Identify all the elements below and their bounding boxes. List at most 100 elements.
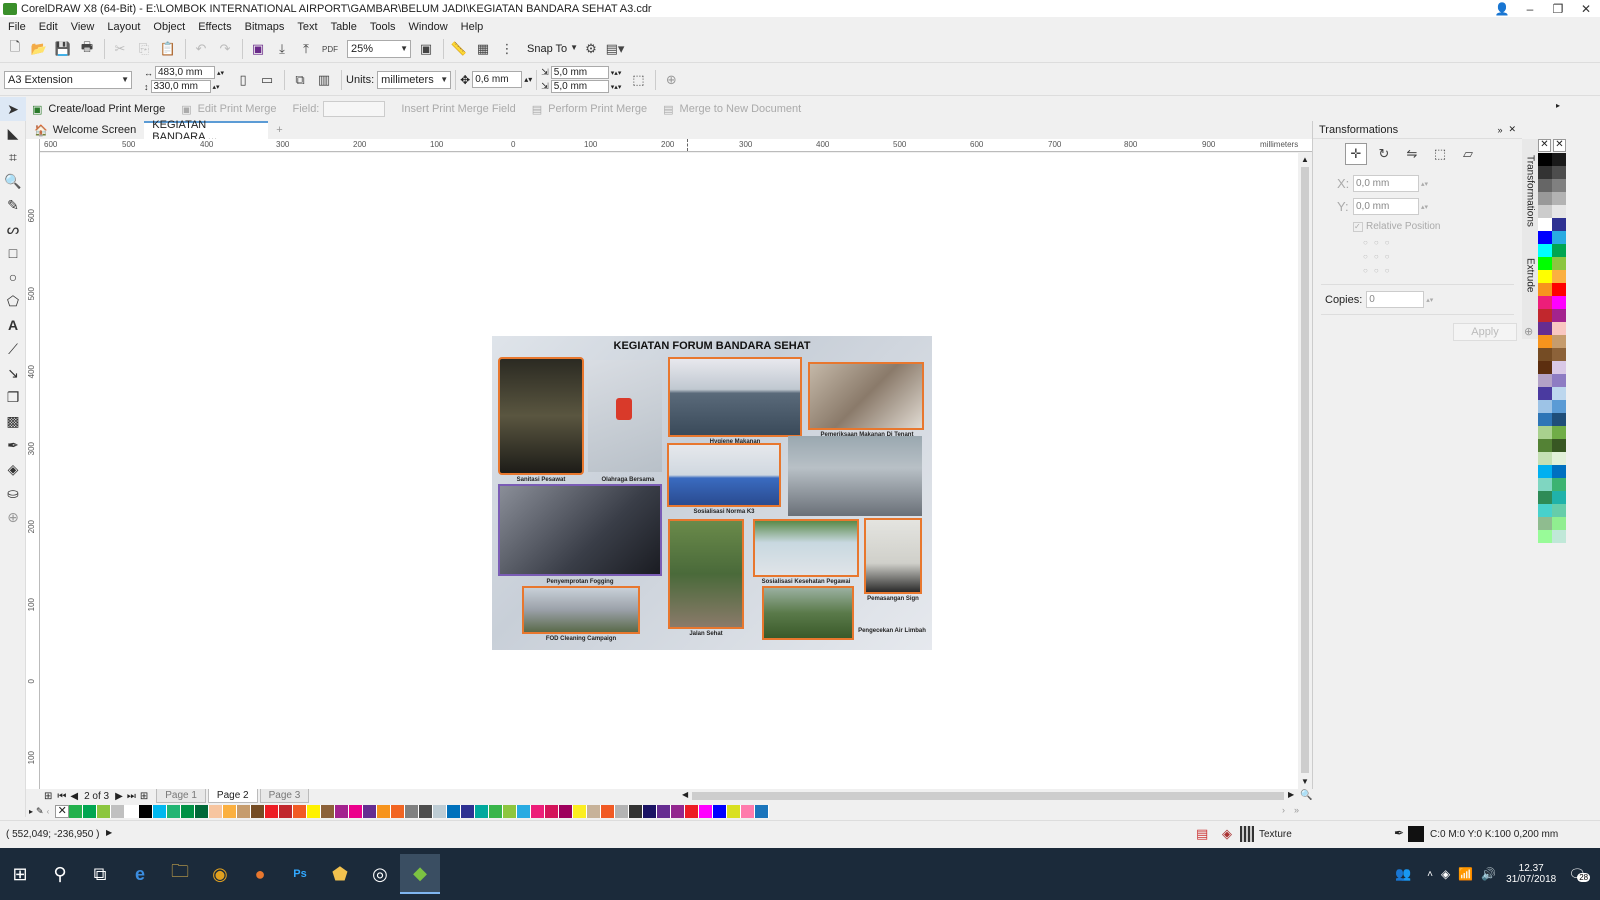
color-swatch[interactable] bbox=[1538, 491, 1552, 504]
first-page-icon[interactable]: ⏮ bbox=[57, 791, 66, 802]
palette-scroll-left-icon[interactable]: ▸ bbox=[29, 807, 33, 816]
menu-object[interactable]: Object bbox=[153, 21, 185, 33]
color-swatch[interactable] bbox=[1552, 491, 1566, 504]
color-swatch[interactable] bbox=[1538, 504, 1552, 517]
people-icon[interactable]: 👥 bbox=[1395, 866, 1411, 882]
color-swatch[interactable] bbox=[223, 804, 238, 818]
photo-pemasangan-sign[interactable] bbox=[864, 518, 922, 594]
duplicate-x-field[interactable]: 5,0 mm bbox=[550, 66, 609, 79]
save-icon[interactable]: 💾 bbox=[52, 38, 74, 60]
y-spinner[interactable]: ▴▾ bbox=[1421, 203, 1428, 211]
color-swatch[interactable] bbox=[1538, 348, 1552, 361]
outline-pen-icon[interactable]: ✒ bbox=[1394, 826, 1404, 840]
text-tool-icon[interactable]: A bbox=[0, 313, 26, 337]
size-icon[interactable]: ⬚ bbox=[1429, 143, 1451, 165]
menu-view[interactable]: View bbox=[71, 21, 95, 33]
color-swatch[interactable] bbox=[1552, 179, 1566, 192]
color-swatch[interactable] bbox=[1538, 374, 1552, 387]
color-swatch[interactable] bbox=[419, 804, 434, 818]
photo-hygiene-makanan[interactable] bbox=[668, 357, 802, 437]
width-spinner[interactable]: ▴▾ bbox=[217, 69, 224, 77]
color-swatch[interactable] bbox=[1538, 400, 1552, 413]
color-swatch[interactable] bbox=[125, 804, 140, 818]
palette-expand-icon[interactable]: » bbox=[1294, 805, 1299, 815]
x-spinner[interactable]: ▴▾ bbox=[1421, 180, 1428, 188]
photo-banner-seminar[interactable] bbox=[788, 436, 922, 516]
tab-welcome-screen[interactable]: 🏠 Welcome Screen bbox=[26, 121, 144, 139]
add-page-after-icon[interactable]: ⊞ bbox=[140, 791, 148, 802]
publish-pdf-icon[interactable]: PDF bbox=[319, 38, 341, 60]
color-swatch[interactable] bbox=[1538, 166, 1552, 179]
color-swatch[interactable] bbox=[433, 804, 448, 818]
shape-tool-icon[interactable]: ◣ bbox=[0, 121, 26, 145]
last-page-icon[interactable]: ⏭ bbox=[127, 791, 136, 802]
color-swatch[interactable] bbox=[1538, 296, 1552, 309]
color-swatch[interactable] bbox=[615, 804, 630, 818]
color-swatch[interactable] bbox=[475, 804, 490, 818]
add-docker-icon[interactable]: ⊕ bbox=[1524, 325, 1533, 338]
color-swatch[interactable] bbox=[447, 804, 462, 818]
parallel-dimension-icon[interactable]: ⟋ bbox=[0, 337, 26, 361]
eyedropper-tool-icon[interactable]: ✒ bbox=[0, 433, 26, 457]
anchor-grid[interactable]: ○○○ ○○○ ○○○ bbox=[1363, 236, 1522, 278]
artistic-media-icon[interactable]: ᔕ bbox=[0, 217, 26, 241]
units-select[interactable]: millimeters ▼ bbox=[377, 70, 452, 89]
color-swatch[interactable] bbox=[503, 804, 518, 818]
color-swatch[interactable] bbox=[1552, 257, 1566, 270]
color-swatch[interactable] bbox=[1552, 439, 1566, 452]
polygon-tool-icon[interactable]: ⬠ bbox=[0, 289, 26, 313]
insert-print-merge-field-button[interactable]: Insert Print Merge Field bbox=[401, 103, 515, 115]
side-tab-extrude[interactable]: Extrude bbox=[1522, 245, 1538, 305]
color-swatch[interactable] bbox=[461, 804, 476, 818]
clock[interactable]: 12.37 31/07/2018 bbox=[1506, 863, 1556, 885]
photo-olahraga-bersama[interactable] bbox=[588, 360, 662, 472]
color-swatch[interactable] bbox=[1538, 517, 1552, 530]
color-swatch[interactable] bbox=[1552, 361, 1566, 374]
menu-help[interactable]: Help bbox=[461, 21, 484, 33]
color-swatch[interactable] bbox=[1538, 530, 1552, 543]
horizontal-ruler[interactable]: 600 500 400 300 200 100 0 100 200 300 40… bbox=[40, 139, 1312, 152]
color-swatch[interactable] bbox=[727, 804, 742, 818]
file-explorer-icon[interactable]: 🗀 bbox=[160, 854, 200, 894]
no-color-swatch[interactable]: ✕ bbox=[55, 804, 70, 818]
palette-next-icon[interactable]: › bbox=[1282, 805, 1285, 815]
color-swatch[interactable] bbox=[741, 804, 756, 818]
zoom-navigator-icon[interactable]: 🔍 bbox=[1300, 790, 1312, 801]
color-swatch[interactable] bbox=[153, 804, 168, 818]
status-expand-icon[interactable]: ▶ bbox=[106, 828, 112, 837]
current-page-icon[interactable]: ▥ bbox=[313, 69, 335, 91]
color-swatch[interactable] bbox=[517, 804, 532, 818]
color-swatch[interactable] bbox=[1538, 309, 1552, 322]
color-swatch[interactable] bbox=[69, 804, 84, 818]
nudge-distance-field[interactable]: 0,6 mm bbox=[472, 71, 523, 88]
menu-window[interactable]: Window bbox=[409, 21, 448, 33]
dup-x-spinner[interactable]: ▾▴▾ bbox=[611, 69, 622, 77]
vertical-ruler[interactable]: 600 500 400 300 200 100 0 100 bbox=[26, 139, 40, 789]
color-swatch[interactable] bbox=[1538, 478, 1552, 491]
color-swatch[interactable] bbox=[671, 804, 686, 818]
scale-mirror-icon[interactable]: ⇋ bbox=[1401, 143, 1423, 165]
page-tab-2[interactable]: Page 2 bbox=[207, 789, 258, 803]
page-tab-3[interactable]: Page 3 bbox=[259, 789, 310, 803]
color-swatch[interactable] bbox=[573, 804, 588, 818]
menu-table[interactable]: Table bbox=[331, 21, 357, 33]
photoshop-icon[interactable]: Ps bbox=[280, 854, 320, 894]
color-swatch[interactable] bbox=[531, 804, 546, 818]
color-swatch[interactable] bbox=[1552, 348, 1566, 361]
scroll-left-icon[interactable]: ◀ bbox=[682, 790, 688, 799]
quick-customize-icon[interactable]: ⊕ bbox=[660, 69, 682, 91]
color-swatch[interactable] bbox=[1552, 205, 1566, 218]
open-icon[interactable]: 📂 bbox=[28, 38, 50, 60]
color-swatch[interactable] bbox=[1552, 296, 1566, 309]
color-swatch[interactable] bbox=[1552, 218, 1566, 231]
interactive-fill-icon[interactable]: ◈ bbox=[0, 457, 26, 481]
palette-menu-icon[interactable]: ▸ bbox=[1556, 101, 1560, 110]
treat-as-filled-icon[interactable]: ⬚ bbox=[627, 69, 649, 91]
color-swatch[interactable] bbox=[83, 804, 98, 818]
color-swatch[interactable] bbox=[1538, 361, 1552, 374]
color-swatch[interactable] bbox=[1552, 309, 1566, 322]
color-swatch[interactable] bbox=[1538, 413, 1552, 426]
color-swatch[interactable] bbox=[1538, 465, 1552, 478]
undo-icon[interactable]: ↶ bbox=[190, 38, 212, 60]
color-swatch[interactable] bbox=[657, 804, 672, 818]
